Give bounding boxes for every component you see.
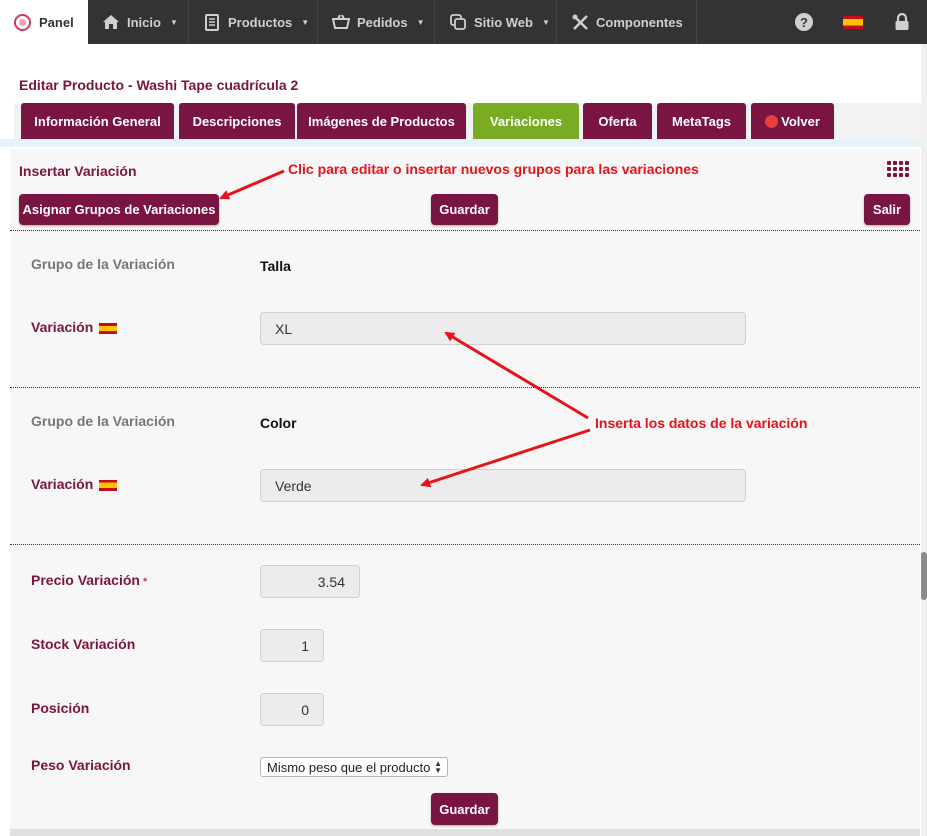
annotation-arrows xyxy=(219,169,591,488)
arrow-to-variation-input-1 xyxy=(444,331,589,420)
arrow-to-assign-button xyxy=(219,169,285,200)
arrow-to-variation-input-2 xyxy=(420,428,591,488)
